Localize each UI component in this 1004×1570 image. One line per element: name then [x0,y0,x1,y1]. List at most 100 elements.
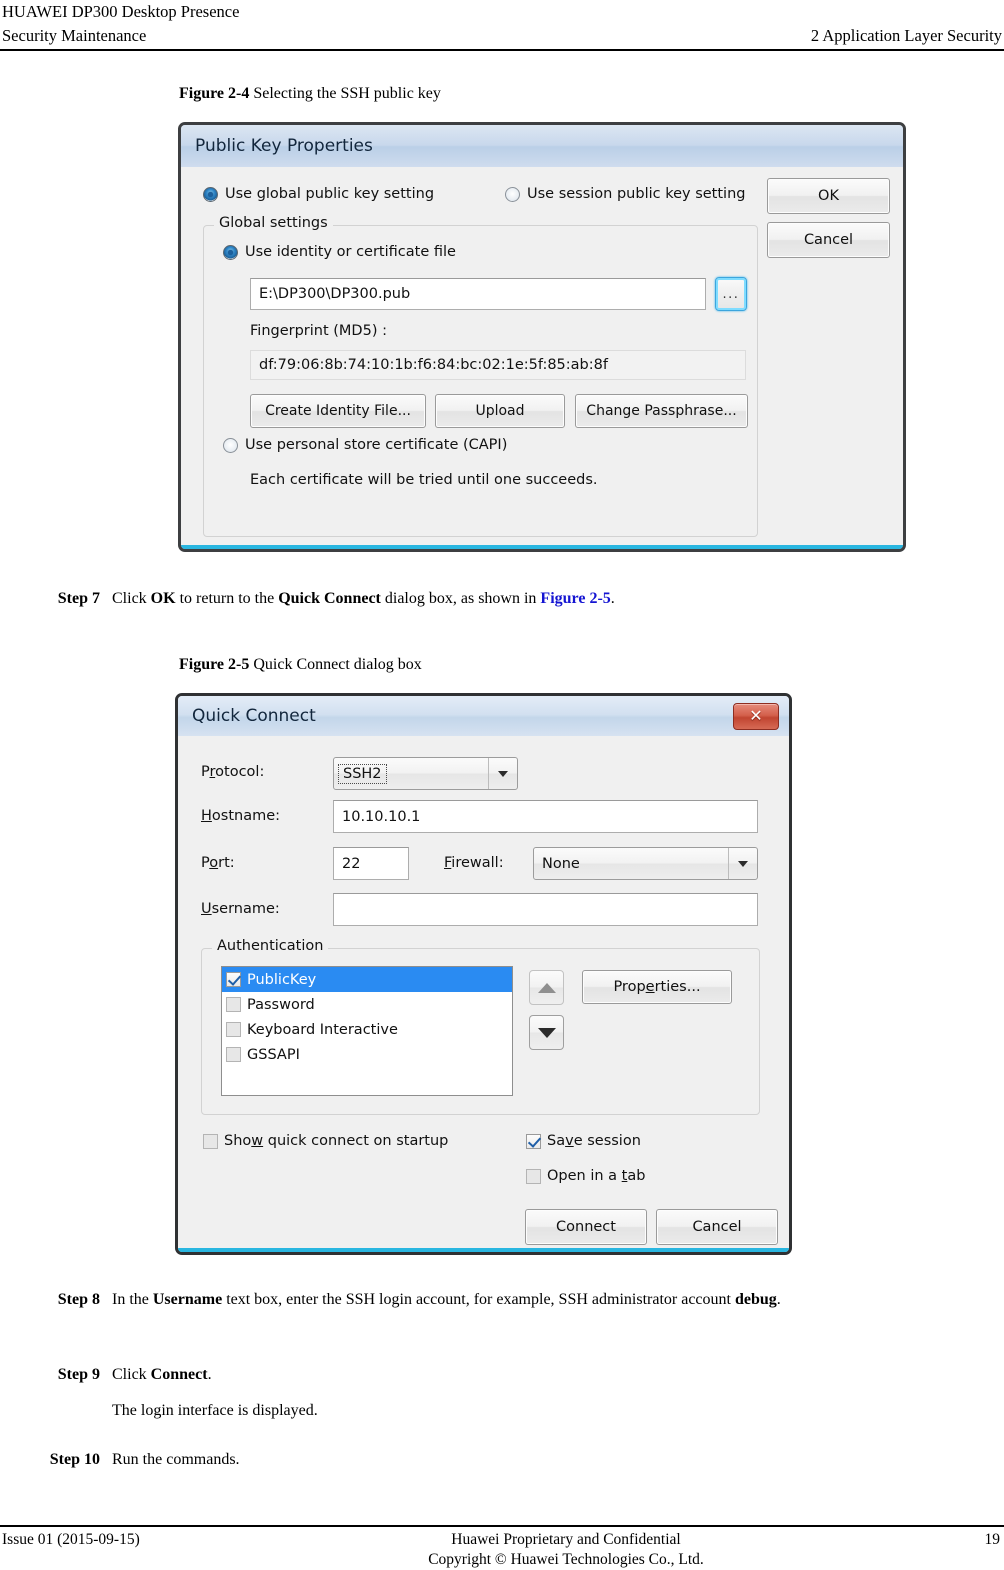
radio-use-personal-store-capi[interactable]: Use personal store certificate (CAPI) [223,437,507,453]
step-10-number: Step 10 [49,1451,100,1468]
header-chapter-title: 2 Application Layer Security [810,26,1002,45]
footer-notice-line-2: Copyright © Huawei Technologies Co., Ltd… [428,1551,704,1568]
step-7-bold-ok: OK [150,590,176,607]
identity-file-input[interactable]: E:\DP300\DP300.pub [250,278,706,310]
fingerprint-label: Fingerprint (MD5) : [250,323,387,339]
username-label: Username: [201,901,280,917]
step-7-text-3: dialog box, as shown in [380,590,541,607]
properties-button-label: Properties... [613,979,700,995]
properties-label-accel: e [645,979,655,995]
close-icon[interactable]: ✕ [733,702,779,730]
header-document-title: Security Maintenance [2,26,147,45]
show-startup-post: quick connect on startup [263,1133,449,1149]
hostname-value: 10.10.10.1 [342,808,421,825]
list-item[interactable]: GSSAPI [222,1042,512,1067]
list-item-label: GSSAPI [247,1046,300,1063]
chevron-down-glyph [498,770,508,777]
radio-session-indicator [505,186,520,202]
change-passphrase-button[interactable]: Change Passphrase... [575,394,748,428]
connect-button-label: Connect [556,1219,616,1235]
footer-confidential-notice: Huawei Proprietary and Confidential Copy… [252,1530,880,1570]
save-session-checkbox[interactable]: Save session [526,1133,641,1149]
show-quick-connect-on-startup-checkbox[interactable]: Show quick connect on startup [203,1133,448,1149]
step-9: Step 9 Click Connect. The login interfac… [18,1363,996,1422]
radio-use-global-public-key[interactable]: Use global public key setting [203,186,434,202]
ok-button-label: OK [818,188,839,204]
port-label-pre: P [201,855,210,871]
hostname-label-accel: H [201,808,212,824]
radio-use-identity-file[interactable]: Use identity or certificate file [223,244,456,260]
save-session-accel: v [565,1133,574,1149]
radio-global-indicator [203,186,218,202]
authentication-group: Authentication PublicKey Password Keyboa… [201,938,760,1115]
checkbox-password[interactable] [226,997,241,1012]
properties-button[interactable]: Properties... [582,970,732,1004]
step-9-bold-connect: Connect [150,1366,208,1383]
firewall-label: Firewall: [444,855,504,871]
step-8-bold-username: Username [152,1291,223,1308]
document-page: HUAWEI DP300 Desktop Presence Security M… [0,0,1004,1570]
radio-use-session-public-key[interactable]: Use session public key setting [505,186,745,202]
protocol-label-pre: P [201,764,210,780]
ok-button[interactable]: OK [767,178,890,214]
global-settings-group: Global settings Use identity or certific… [203,215,758,537]
port-input[interactable]: 22 [333,847,409,880]
qc-cancel-button-label: Cancel [692,1219,742,1235]
browse-identity-file-button[interactable]: ... [715,277,747,311]
checkbox-open-in-tab[interactable] [526,1168,541,1184]
firewall-combobox[interactable]: None [533,847,758,880]
header-divider [0,49,1004,51]
port-label-post: rt: [218,855,235,871]
cancel-button-label: Cancel [803,232,854,248]
step-7-number: Step 7 [57,590,100,607]
figure-2-5-caption: Figure 2-5 Quick Connect dialog box [179,655,422,675]
checkbox-show-startup[interactable] [203,1133,218,1149]
show-startup-label: Show quick connect on startup [224,1133,448,1149]
show-startup-pre: Sho [224,1133,252,1149]
hostname-input[interactable]: 10.10.10.1 [333,800,758,833]
upload-button[interactable]: Upload [435,394,565,428]
identity-file-value: E:\DP300\DP300.pub [259,286,411,302]
hostname-label: Hostname: [201,808,280,824]
step-8-text-3: . [776,1291,781,1308]
open-in-a-tab-checkbox[interactable]: Open in a tab [526,1168,645,1184]
list-item[interactable]: Keyboard Interactive [222,1017,512,1042]
save-session-post: e session [573,1133,641,1149]
figure-2-5-label: Figure 2-5 [179,656,250,673]
radio-session-label: Use session public key setting [527,186,746,202]
qc-title-bar: Quick Connect ✕ [178,696,789,737]
move-up-button[interactable] [529,970,564,1005]
chevron-down-icon-firewall[interactable] [728,848,757,879]
qc-cancel-button[interactable]: Cancel [656,1209,778,1245]
authentication-listbox[interactable]: PublicKey Password Keyboard Interactive … [221,966,513,1096]
running-footer: Issue 01 (2015-09-15) Huawei Proprietary… [0,1525,1004,1570]
move-down-button[interactable] [529,1015,564,1050]
figure-2-4-text: Selecting the SSH public key [253,85,441,102]
create-identity-file-button[interactable]: Create Identity File... [250,394,426,428]
list-item[interactable]: PublicKey [222,967,512,992]
username-label-post: sername: [211,901,280,917]
step-7-figure-crossref[interactable]: Figure 2-5 [540,590,610,607]
protocol-combobox[interactable]: SSH2 [333,757,518,790]
list-item[interactable]: Password [222,992,512,1017]
list-item-label: Keyboard Interactive [247,1021,398,1038]
checkbox-keyboard-interactive[interactable] [226,1022,241,1037]
chevron-down-icon[interactable] [488,758,517,789]
connect-button[interactable]: Connect [525,1209,647,1245]
checkbox-gssapi[interactable] [226,1047,241,1062]
cancel-button[interactable]: Cancel [767,222,890,258]
create-identity-file-label: Create Identity File... [265,403,411,419]
checkbox-publickey[interactable] [226,972,241,987]
step-8-number: Step 8 [57,1291,100,1308]
firewall-value: None [542,855,580,872]
username-input[interactable] [333,893,758,926]
step-9-text-1: Click [112,1366,151,1383]
step-9-result-text: The login interface is displayed. [112,1402,318,1419]
step-7-text-2: to return to the [175,590,279,607]
upload-button-label: Upload [475,403,525,419]
checkbox-save-session[interactable] [526,1133,541,1149]
change-passphrase-label: Change Passphrase... [586,403,737,419]
global-settings-group-label: Global settings [214,215,333,231]
step-9-line-1: Click Connect. [112,1363,318,1386]
figure-2-4-label: Figure 2-4 [179,85,250,102]
